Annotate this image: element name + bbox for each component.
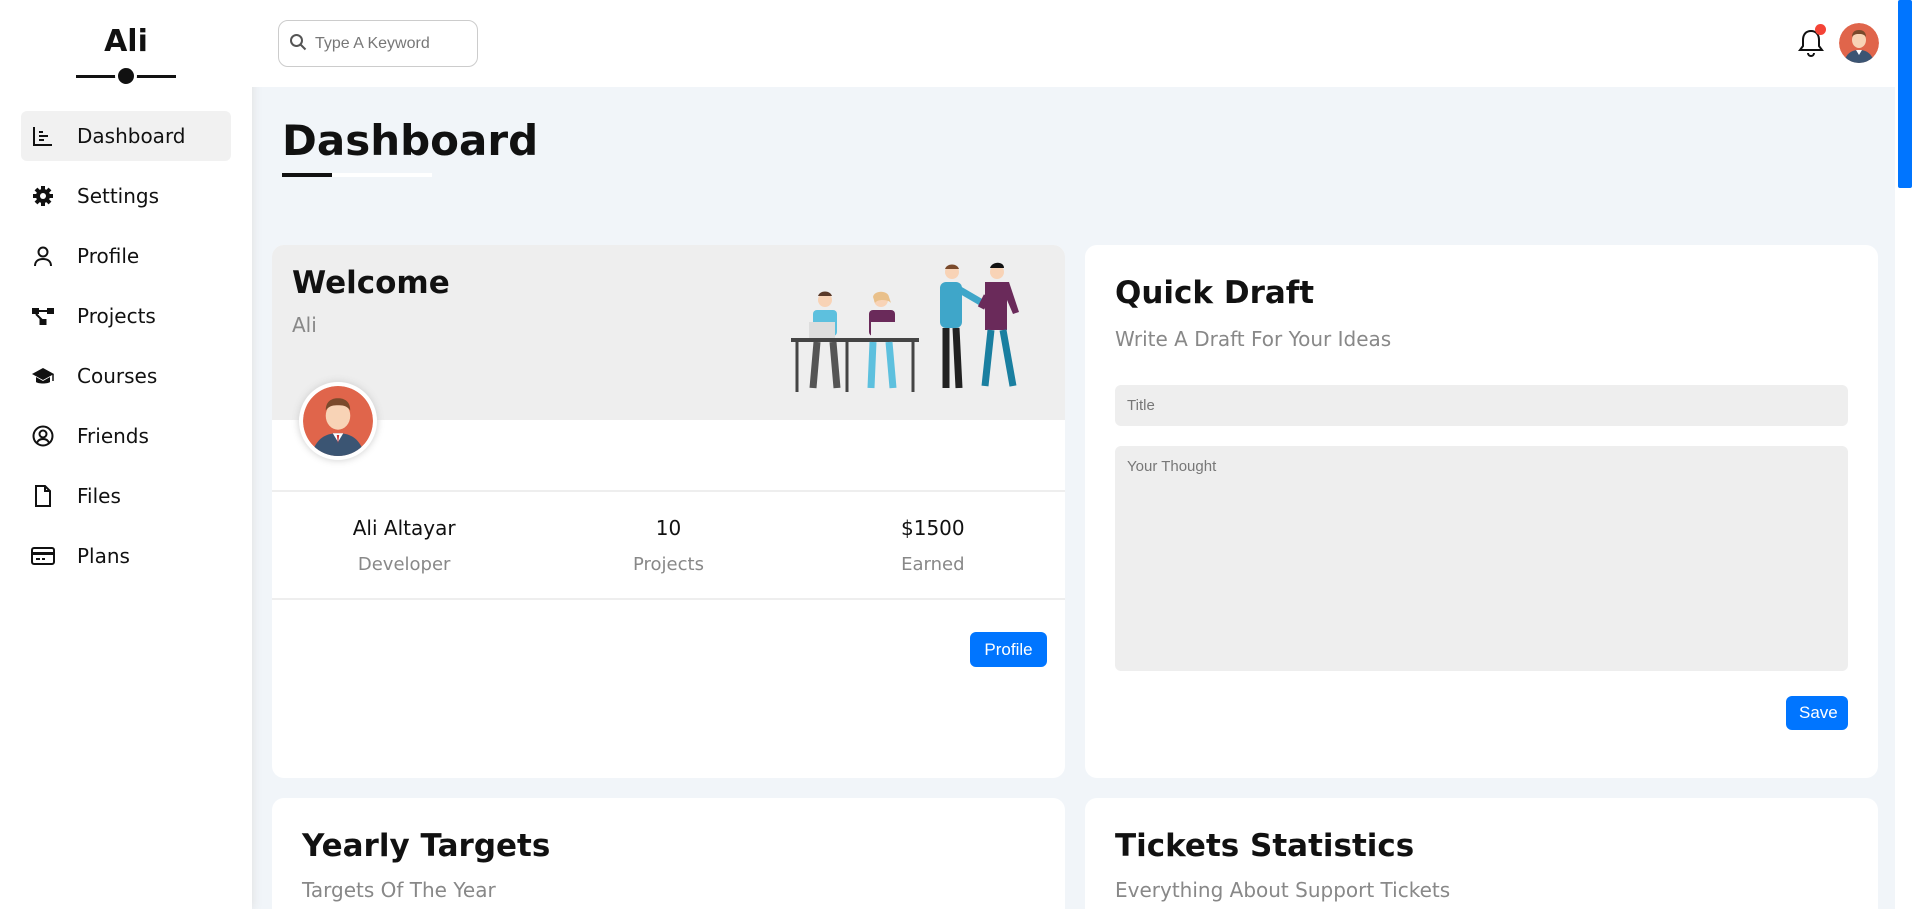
top-bar xyxy=(252,0,1895,87)
avatar[interactable] xyxy=(1839,23,1879,63)
yearly-subtitle: Targets Of The Year xyxy=(302,878,496,902)
sidebar-item-dashboard[interactable]: Dashboard xyxy=(21,111,231,161)
brand-underline xyxy=(76,65,176,87)
tickets-title: Tickets Statistics xyxy=(1115,828,1415,864)
quick-draft-card: Quick Draft Write A Draft For Your Ideas… xyxy=(1085,245,1878,778)
welcome-title: Welcome xyxy=(292,265,450,301)
profile-button[interactable]: Profile xyxy=(970,632,1047,667)
scrollbar-thumb[interactable] xyxy=(1898,0,1912,188)
credit-card-icon xyxy=(31,544,55,568)
welcome-name: Ali xyxy=(292,313,317,337)
brand: Ali xyxy=(0,0,252,87)
welcome-stats: Ali Altayar Developer 10 Projects $1500 … xyxy=(272,490,1065,600)
gear-icon xyxy=(31,184,55,208)
sidebar-item-settings[interactable]: Settings xyxy=(21,171,231,221)
welcome-avatar xyxy=(299,382,377,460)
sidebar-item-profile[interactable]: Profile xyxy=(21,231,231,281)
sidebar-item-label: Files xyxy=(77,484,121,508)
sidebar-item-label: Courses xyxy=(77,364,158,388)
sidebar-nav: Dashboard Settings Profile Projects Cour… xyxy=(0,111,252,581)
save-button[interactable]: Save xyxy=(1786,696,1848,730)
stat-name: Ali Altayar Developer xyxy=(272,492,536,598)
file-icon xyxy=(31,484,55,508)
team-illustration xyxy=(787,260,1047,405)
stat-value: $1500 xyxy=(901,516,965,540)
stat-label: Developer xyxy=(357,554,451,575)
welcome-header: Welcome Ali xyxy=(272,245,1065,460)
stat-label: Projects xyxy=(633,554,704,575)
stat-earned: $1500 Earned xyxy=(801,492,1065,598)
welcome-card: Welcome Ali Ali Altayar Developer 10 Pro… xyxy=(272,245,1065,778)
sidebar-item-label: Friends xyxy=(77,424,149,448)
sidebar-item-friends[interactable]: Friends xyxy=(21,411,231,461)
yearly-targets-card: Yearly Targets Targets Of The Year xyxy=(272,798,1065,909)
user-icon xyxy=(31,244,55,268)
draft-title: Quick Draft xyxy=(1115,275,1315,311)
sidebar-item-files[interactable]: Files xyxy=(21,471,231,521)
sidebar-item-plans[interactable]: Plans xyxy=(21,531,231,581)
sidebar-item-courses[interactable]: Courses xyxy=(21,351,231,401)
graduation-cap-icon xyxy=(31,364,55,388)
tickets-subtitle: Everything About Support Tickets xyxy=(1115,878,1451,902)
tickets-statistics-card: Tickets Statistics Everything About Supp… xyxy=(1085,798,1878,909)
bell-icon[interactable] xyxy=(1798,24,1826,58)
draft-title-input[interactable] xyxy=(1115,385,1848,426)
diagram-icon xyxy=(31,304,55,328)
stat-label: Earned xyxy=(901,554,965,575)
sidebar: Ali Dashboard Settings Profile Projects … xyxy=(0,0,252,909)
title-underline xyxy=(282,173,432,177)
draft-thought-textarea[interactable] xyxy=(1115,446,1848,671)
scrollbar[interactable] xyxy=(1895,0,1915,909)
sidebar-item-label: Profile xyxy=(77,244,140,268)
stat-projects: 10 Projects xyxy=(536,492,800,598)
sidebar-item-label: Plans xyxy=(77,544,130,568)
search-input[interactable] xyxy=(315,34,475,53)
page-title: Dashboard xyxy=(282,116,539,165)
notification-dot xyxy=(1815,24,1826,35)
chart-icon xyxy=(31,124,55,148)
search-box[interactable] xyxy=(278,20,478,67)
brand-title: Ali xyxy=(104,24,148,59)
sidebar-item-label: Dashboard xyxy=(77,124,186,148)
sidebar-item-label: Projects xyxy=(77,304,156,328)
search-icon xyxy=(289,33,307,55)
draft-subtitle: Write A Draft For Your Ideas xyxy=(1115,327,1392,351)
sidebar-item-projects[interactable]: Projects xyxy=(21,291,231,341)
user-circle-icon xyxy=(31,424,55,448)
sidebar-item-label: Settings xyxy=(77,184,160,208)
stat-value: 10 xyxy=(655,516,682,540)
yearly-title: Yearly Targets xyxy=(302,828,551,864)
stat-value: Ali Altayar xyxy=(352,516,456,540)
